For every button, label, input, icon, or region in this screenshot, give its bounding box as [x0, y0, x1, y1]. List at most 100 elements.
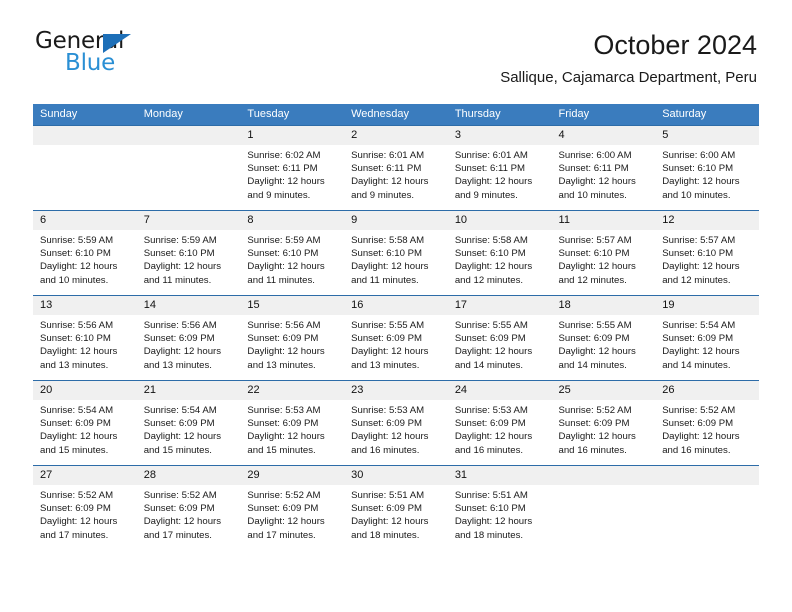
calendar-day-cell[interactable]: 16 Sunrise: 5:55 AM Sunset: 6:09 PM Dayligh… — [344, 295, 448, 381]
calendar-day-cell[interactable]: 10 Sunrise: 5:58 AM Sunset: 6:10 PM Dayligh… — [447, 210, 552, 296]
calendar-day-cell[interactable]: 28 Sunrise: 5:52 AM Sunset: 6:09 PM Dayligh… — [136, 465, 241, 550]
daylight-text: Daylight: 12 hours — [143, 261, 222, 273]
sunset-text: Sunset: 6:09 PM — [662, 418, 734, 430]
daylight-text: and 14 minutes. — [558, 359, 627, 371]
daylight-text: Daylight: 12 hours — [351, 516, 429, 528]
daylight-text: and 15 minutes. — [143, 444, 212, 456]
daylight-text: Daylight: 12 hours — [247, 261, 325, 273]
calendar-day-cell[interactable]: 31 Sunrise: 5:51 AM Sunset: 6:10 PM Dayligh… — [447, 465, 552, 550]
calendar-day-cell[interactable]: 19 Sunrise: 5:54 AM Sunset: 6:09 PM Dayligh… — [655, 295, 759, 381]
daylight-text: Daylight: 12 hours — [454, 431, 533, 443]
calendar-day-cell[interactable]: 24 Sunrise: 5:53 AM Sunset: 6:09 PM Dayligh… — [447, 380, 552, 466]
sunrise-text: Sunrise: 5:59 AM — [143, 235, 217, 246]
weekday-header-friday: Friday — [551, 104, 656, 126]
general-blue-logo: General Blue — [35, 28, 235, 88]
calendar-day-cell[interactable]: 6 Sunrise: 5:59 AM Sunset: 6:10 PM Daylight… — [33, 210, 137, 296]
calendar-day-cell[interactable]: 18 Sunrise: 5:55 AM Sunset: 6:09 PM Dayligh… — [551, 295, 656, 381]
daylight-text: and 12 minutes. — [558, 274, 627, 286]
daylight-text: and 18 minutes. — [351, 529, 420, 541]
sunset-text: Sunset: 6:11 PM — [351, 163, 422, 175]
calendar-day-cell[interactable]: 3 Sunrise: 6:01 AM Sunset: 6:11 PM Daylight… — [447, 125, 552, 211]
daylight-text: and 17 minutes. — [40, 529, 109, 541]
daylight-text: Daylight: 12 hours — [558, 261, 636, 273]
day-number: 16 — [344, 296, 448, 315]
day-sun-info: Sunrise: 5:54 AM Sunset: 6:09 PM Daylight:… — [137, 400, 241, 457]
day-sun-info: Sunrise: 6:01 AM Sunset: 6:11 PM Daylight:… — [448, 145, 552, 202]
calendar-day-cell[interactable]: 22 Sunrise: 5:53 AM Sunset: 6:09 PM Dayligh… — [240, 380, 345, 466]
calendar-day-cell[interactable]: 17 Sunrise: 5:55 AM Sunset: 6:09 PM Dayligh… — [447, 295, 552, 381]
calendar-day-cell[interactable]: 7 Sunrise: 5:59 AM Sunset: 6:10 PM Daylight… — [136, 210, 241, 296]
daylight-text: and 9 minutes. — [454, 189, 518, 201]
daylight-text: and 14 minutes. — [454, 359, 524, 371]
daylight-text: Daylight: 12 hours — [40, 516, 118, 528]
daylight-text: and 11 minutes. — [143, 274, 212, 286]
daylight-text: Daylight: 12 hours — [143, 346, 222, 358]
sunrise-text: Sunrise: 5:53 AM — [454, 405, 528, 416]
day-number: 7 — [136, 211, 241, 230]
day-sun-info: Sunrise: 5:55 AM Sunset: 6:09 PM Daylight:… — [552, 315, 656, 372]
sunset-text: Sunset: 6:10 PM — [558, 248, 630, 260]
calendar-day-cell[interactable]: 5 Sunrise: 6:00 AM Sunset: 6:10 PM Daylight… — [655, 125, 759, 211]
day-sun-info: Sunrise: 5:53 AM Sunset: 6:09 PM Daylight:… — [448, 400, 552, 457]
calendar-day-cell[interactable]: 1 Sunrise: 6:02 AM Sunset: 6:11 PM Daylight… — [240, 125, 345, 211]
daylight-text: Daylight: 12 hours — [454, 516, 533, 528]
calendar-day-cell[interactable]: 11 Sunrise: 5:57 AM Sunset: 6:10 PM Dayligh… — [551, 210, 656, 296]
day-sun-info: Sunrise: 6:00 AM Sunset: 6:10 PM Daylight:… — [655, 145, 759, 202]
page-subtitle: Sallique, Cajamarca Department, Peru — [500, 69, 757, 86]
calendar-day-cell[interactable]: 21 Sunrise: 5:54 AM Sunset: 6:09 PM Dayligh… — [136, 380, 241, 466]
sunrise-text: Sunrise: 5:55 AM — [558, 320, 632, 331]
day-sun-info: Sunrise: 5:58 AM Sunset: 6:10 PM Daylight:… — [344, 230, 448, 287]
daylight-text: Daylight: 12 hours — [454, 176, 533, 188]
day-number: 6 — [33, 211, 137, 230]
daylight-text: and 12 minutes. — [662, 274, 731, 286]
day-number: 13 — [33, 296, 137, 315]
day-sun-info: Sunrise: 5:57 AM Sunset: 6:10 PM Daylight:… — [655, 230, 759, 287]
calendar-day-cell[interactable]: 15 Sunrise: 5:56 AM Sunset: 6:09 PM Dayligh… — [240, 295, 345, 381]
calendar-day-cell[interactable]: 29 Sunrise: 5:52 AM Sunset: 6:09 PM Dayligh… — [240, 465, 345, 550]
sunset-text: Sunset: 6:09 PM — [143, 503, 215, 515]
calendar-day-cell[interactable]: 12 Sunrise: 5:57 AM Sunset: 6:10 PM Dayligh… — [655, 210, 759, 296]
sunset-text: Sunset: 6:09 PM — [351, 418, 423, 430]
sunrise-text: Sunrise: 5:52 AM — [558, 405, 632, 416]
sunset-text: Sunset: 6:11 PM — [558, 163, 629, 175]
calendar-day-cell[interactable]: 14 Sunrise: 5:56 AM Sunset: 6:09 PM Dayligh… — [136, 295, 241, 381]
calendar-day-cell[interactable]: 4 Sunrise: 6:00 AM Sunset: 6:11 PM Daylight… — [551, 125, 656, 211]
calendar-day-cell[interactable]: 30 Sunrise: 5:51 AM Sunset: 6:09 PM Dayligh… — [344, 465, 448, 550]
daylight-text: and 15 minutes. — [40, 444, 109, 456]
sunset-text: Sunset: 6:10 PM — [40, 333, 111, 345]
daylight-text: Daylight: 12 hours — [662, 346, 740, 358]
calendar-day-cell[interactable]: 27 Sunrise: 5:52 AM Sunset: 6:09 PM Dayligh… — [33, 465, 137, 550]
daylight-text: and 16 minutes. — [454, 444, 524, 456]
calendar-week-row: 13 Sunrise: 5:56 AM Sunset: 6:10 PM Dayligh… — [33, 295, 759, 381]
calendar-day-cell[interactable]: 25 Sunrise: 5:52 AM Sunset: 6:09 PM Dayligh… — [551, 380, 656, 466]
daylight-text: Daylight: 12 hours — [662, 176, 740, 188]
calendar-week-row: 6 Sunrise: 5:59 AM Sunset: 6:10 PM Daylight… — [33, 210, 759, 296]
calendar-day-cell[interactable]: 9 Sunrise: 5:58 AM Sunset: 6:10 PM Daylight… — [344, 210, 448, 296]
day-number: 1 — [240, 126, 345, 145]
page-header: General Blue October 2024 Sallique, Caja… — [35, 28, 757, 96]
calendar-day-cell[interactable]: 2 Sunrise: 6:01 AM Sunset: 6:11 PM Daylight… — [344, 125, 448, 211]
sunrise-text: Sunrise: 6:00 AM — [662, 150, 736, 161]
sunset-text: Sunset: 6:09 PM — [558, 333, 630, 345]
sunrise-text: Sunrise: 5:52 AM — [40, 490, 114, 501]
calendar-day-cell[interactable]: 26 Sunrise: 5:52 AM Sunset: 6:09 PM Dayligh… — [655, 380, 759, 466]
sunset-text: Sunset: 6:10 PM — [662, 163, 734, 175]
calendar-day-cell[interactable]: 23 Sunrise: 5:53 AM Sunset: 6:09 PM Dayligh… — [344, 380, 448, 466]
sunrise-text: Sunrise: 5:53 AM — [351, 405, 425, 416]
sunset-text: Sunset: 6:10 PM — [40, 248, 111, 260]
daylight-text: and 15 minutes. — [247, 444, 316, 456]
weekday-header-saturday: Saturday — [655, 104, 759, 126]
daylight-text: Daylight: 12 hours — [143, 431, 222, 443]
daylight-text: Daylight: 12 hours — [351, 431, 429, 443]
calendar-week-row: 27 Sunrise: 5:52 AM Sunset: 6:09 PM Dayligh… — [33, 465, 759, 550]
calendar-day-cell[interactable]: 20 Sunrise: 5:54 AM Sunset: 6:09 PM Dayligh… — [33, 380, 137, 466]
daylight-text: and 16 minutes. — [558, 444, 627, 456]
day-number: 8 — [240, 211, 345, 230]
weekday-header-tuesday: Tuesday — [240, 104, 345, 126]
calendar-day-cell[interactable]: 8 Sunrise: 5:59 AM Sunset: 6:10 PM Daylight… — [240, 210, 345, 296]
daylight-text: and 14 minutes. — [662, 359, 731, 371]
day-sun-info: Sunrise: 5:53 AM Sunset: 6:09 PM Daylight:… — [240, 400, 344, 457]
daylight-text: and 16 minutes. — [662, 444, 731, 456]
day-number: 18 — [551, 296, 656, 315]
calendar-day-cell[interactable]: 13 Sunrise: 5:56 AM Sunset: 6:10 PM Dayligh… — [33, 295, 137, 381]
